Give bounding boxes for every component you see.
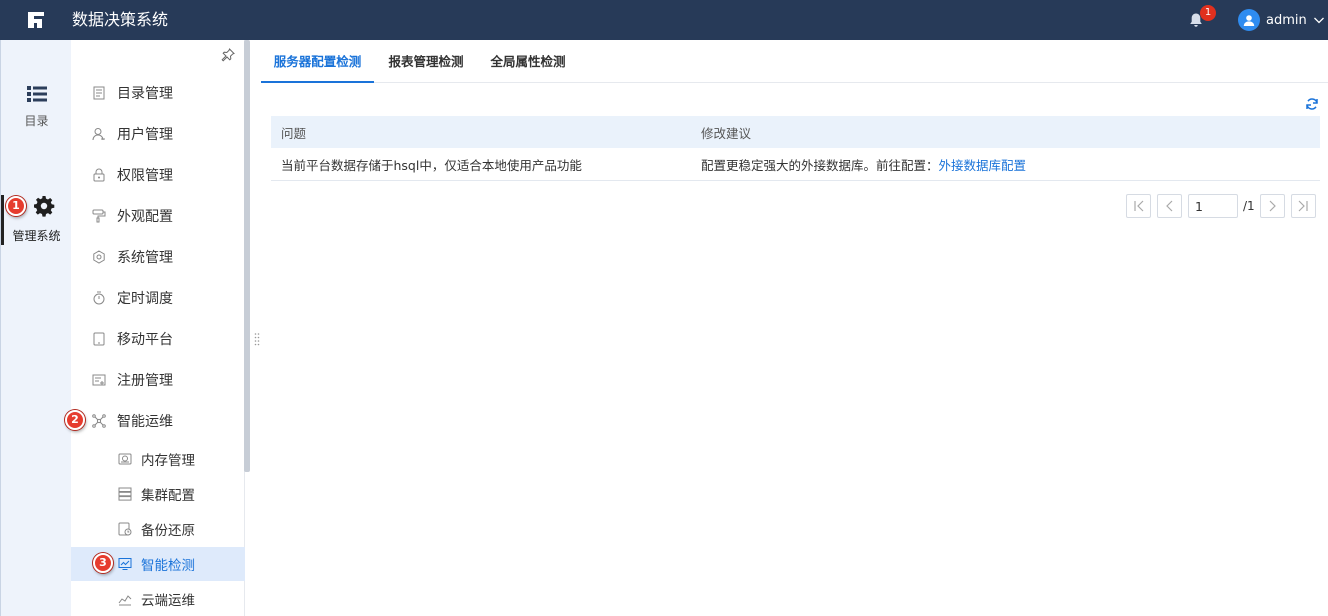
document-icon	[93, 86, 105, 100]
submenu-label: 云端运维	[141, 593, 195, 609]
page-number-input[interactable]	[1188, 194, 1238, 218]
app-title: 数据决策系统	[72, 10, 169, 29]
last-page-button[interactable]	[1290, 194, 1316, 218]
menu-item-permissions[interactable]: 权限管理	[71, 158, 245, 192]
memory-icon	[118, 453, 132, 465]
pin-icon[interactable]	[221, 48, 235, 62]
next-page-button[interactable]	[1259, 194, 1285, 218]
page-total: /1	[1243, 199, 1255, 213]
main-content: 服务器配置检测 报表管理检测 全局属性检测 问题 修改建议 当前平台数据存储于h…	[261, 40, 1328, 616]
menu-label: 用户管理	[117, 127, 173, 143]
prev-page-button[interactable]	[1157, 194, 1182, 218]
backup-icon	[118, 522, 132, 536]
menu-label: 移动平台	[117, 332, 173, 348]
menu-item-system[interactable]: 系统管理	[71, 240, 245, 274]
first-page-button[interactable]	[1126, 194, 1151, 218]
top-bar: 数据决策系统 1 admin	[0, 0, 1328, 40]
settings-icon	[93, 250, 105, 264]
user-avatar-icon	[1243, 15, 1255, 26]
menu-item-catalog[interactable]: 目录管理	[71, 76, 245, 110]
table-header: 问题 修改建议	[271, 116, 1320, 148]
admin-menu-panel: 目录管理 用户管理 权限管理 外观配置 系统管理 定时调度 移动平台 注册管理 …	[71, 40, 245, 616]
submenu-label: 智能检测	[141, 558, 195, 574]
user-icon	[92, 128, 105, 141]
logo-icon	[28, 12, 44, 28]
refresh-icon[interactable]	[1305, 97, 1319, 111]
annotation-callout-1: 1	[6, 196, 26, 216]
submenu-item-backup[interactable]: 备份还原	[71, 512, 245, 546]
gear-icon	[33, 196, 54, 217]
tablet-icon	[93, 332, 105, 346]
chevron-down-icon	[1313, 17, 1324, 24]
server-stack-icon	[118, 487, 132, 501]
lock-icon	[93, 168, 105, 182]
chevron-right-icon	[1269, 200, 1277, 212]
register-icon	[92, 374, 106, 386]
submenu-label: 集群配置	[141, 488, 195, 504]
menu-item-schedule[interactable]: 定时调度	[71, 281, 245, 315]
list-icon	[26, 86, 47, 102]
first-page-icon	[1133, 200, 1143, 212]
menu-label: 智能运维	[117, 414, 173, 430]
menu-label: 目录管理	[117, 86, 173, 102]
monitor-icon	[118, 558, 132, 570]
cloud-ops-icon	[118, 595, 132, 606]
user-menu[interactable]: admin	[1238, 9, 1325, 31]
submenu-label: 内存管理	[141, 453, 195, 469]
pagination: /1	[1126, 194, 1316, 218]
menu-item-appearance[interactable]: 外观配置	[71, 199, 245, 233]
annotation-callout-3: 3	[93, 553, 113, 573]
submenu-item-cloud-ops[interactable]: 云端运维	[71, 582, 245, 616]
chevron-left-icon	[1165, 200, 1172, 212]
notification-badge: 1	[1200, 5, 1216, 21]
tab-server-config-check[interactable]: 服务器配置检测	[261, 40, 374, 83]
check-results-table: 问题 修改建议 当前平台数据存储于hsql中，仅适合本地使用产品功能 配置更稳定…	[271, 116, 1320, 181]
table-row: 当前平台数据存储于hsql中，仅适合本地使用产品功能 配置更稳定强大的外接数据库…	[271, 148, 1320, 181]
suggestion-cell: 配置更稳定强大的外接数据库。前往配置：外接数据库配置	[691, 155, 1320, 174]
network-icon	[92, 414, 106, 428]
menu-scrollbar[interactable]	[244, 40, 250, 472]
menu-label: 外观配置	[117, 209, 173, 225]
rail-item-catalog[interactable]: 目录	[1, 86, 72, 129]
paint-roller-icon	[92, 209, 106, 223]
menu-label: 定时调度	[117, 291, 173, 307]
external-db-config-link[interactable]: 外接数据库配置	[939, 158, 1027, 173]
menu-item-mobile[interactable]: 移动平台	[71, 322, 245, 356]
submenu-item-memory[interactable]: 内存管理	[71, 442, 245, 476]
menu-item-smart-ops[interactable]: 智能运维	[71, 404, 245, 438]
resize-handle-icon[interactable]	[254, 332, 260, 346]
left-rail: 目录 管理系统	[0, 40, 71, 616]
menu-item-users[interactable]: 用户管理	[71, 117, 245, 151]
suggestion-text: 配置更稳定强大的外接数据库。前往配置：	[701, 157, 939, 173]
submenu-item-cluster[interactable]: 集群配置	[71, 477, 245, 511]
tab-bar: 服务器配置检测 报表管理检测 全局属性检测	[261, 40, 1328, 83]
avatar	[1238, 9, 1260, 31]
annotation-callout-2: 2	[65, 410, 85, 430]
tab-report-check[interactable]: 报表管理检测	[381, 40, 471, 83]
menu-label: 权限管理	[117, 168, 173, 184]
submenu-label: 备份还原	[141, 523, 195, 539]
menu-label: 注册管理	[117, 373, 173, 389]
username: admin	[1266, 12, 1307, 28]
stopwatch-icon	[93, 291, 105, 305]
rail-label-admin: 管理系统	[12, 229, 61, 243]
column-header-issue: 问题	[281, 125, 307, 141]
last-page-icon	[1298, 200, 1308, 212]
rail-label-catalog: 目录	[24, 114, 49, 128]
issue-cell: 当前平台数据存储于hsql中，仅适合本地使用产品功能	[281, 157, 582, 173]
column-header-suggestion: 修改建议	[701, 125, 752, 141]
tab-global-property-check[interactable]: 全局属性检测	[483, 40, 573, 83]
menu-label: 系统管理	[117, 250, 173, 266]
menu-item-register[interactable]: 注册管理	[71, 363, 245, 397]
